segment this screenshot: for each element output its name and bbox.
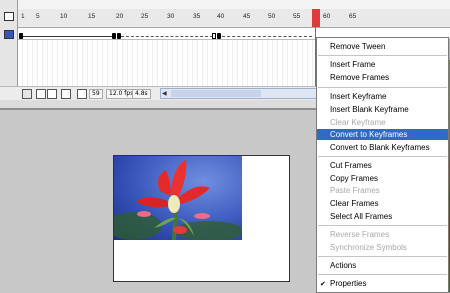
menu-item-convert-to-keyframes[interactable]: Convert to Keyframes bbox=[317, 129, 448, 140]
ruler-label: 25 bbox=[141, 13, 149, 20]
menu-item-insert-blank-keyframe[interactable]: Insert Blank Keyframe bbox=[317, 104, 448, 115]
menu-separator bbox=[318, 225, 447, 226]
menu-separator bbox=[318, 55, 447, 56]
menu-item-convert-to-blank-keyframes[interactable]: Convert to Blank Keyframes bbox=[317, 142, 448, 153]
menu-item-remove-tween[interactable]: Remove Tween bbox=[317, 41, 448, 52]
onion-skin-outlines-icon[interactable] bbox=[61, 89, 71, 99]
keyframe[interactable] bbox=[19, 33, 23, 39]
ruler-label: 15 bbox=[88, 13, 96, 20]
menu-item-copy-frames[interactable]: Copy Frames bbox=[317, 173, 448, 184]
menu-item-clear-frames[interactable]: Clear Frames bbox=[317, 198, 448, 209]
menu-item-reverse-frames: Reverse Frames bbox=[330, 230, 390, 239]
add-layer-icon[interactable] bbox=[22, 89, 32, 99]
frame-context-menu: Remove Tween Insert Frame Remove Frames … bbox=[316, 37, 449, 293]
menu-item-insert-keyframe[interactable]: Insert Keyframe bbox=[317, 91, 448, 102]
scroll-left-icon[interactable]: ◀ bbox=[162, 90, 167, 97]
menu-separator bbox=[318, 156, 447, 157]
ruler-label: 20 bbox=[116, 13, 124, 20]
ruler-label: 5 bbox=[36, 13, 40, 20]
menu-item-properties[interactable]: Properties bbox=[317, 278, 448, 289]
ruler-label: 65 bbox=[349, 13, 357, 20]
ruler-label: 60 bbox=[323, 13, 331, 20]
current-frame-field: 59 bbox=[89, 89, 103, 99]
menu-item-remove-frames[interactable]: Remove Frames bbox=[317, 72, 448, 83]
layer-type-icon[interactable] bbox=[4, 30, 14, 39]
menu-item-synchronize-symbols: Synchronize Symbols bbox=[330, 243, 407, 252]
ruler-label: 45 bbox=[243, 13, 251, 20]
motion-guide-icon[interactable] bbox=[36, 89, 46, 99]
timeline-scrollbar[interactable]: ◀ bbox=[160, 88, 322, 99]
menu-item-cut-frames[interactable]: Cut Frames bbox=[317, 160, 448, 171]
scrollbar-thumb[interactable] bbox=[171, 90, 261, 97]
show-all-layers-outline-icon[interactable] bbox=[4, 12, 14, 21]
ruler-label: 50 bbox=[268, 13, 276, 20]
keyframe-empty[interactable] bbox=[212, 33, 216, 39]
menu-item-select-all-frames[interactable]: Select All Frames bbox=[317, 211, 448, 222]
ruler-label: 1 bbox=[21, 13, 25, 20]
menu-item-properties-row[interactable]: ✔ Properties bbox=[317, 278, 448, 289]
menu-item-clear-keyframe: Clear Keyframe bbox=[330, 118, 386, 127]
motion-tween-span[interactable] bbox=[21, 36, 113, 37]
broken-tween-span[interactable] bbox=[222, 36, 312, 38]
elapsed-time-field: 4.8s bbox=[132, 89, 151, 99]
keyframe[interactable] bbox=[112, 33, 116, 39]
ruler-label: 40 bbox=[217, 13, 225, 20]
edit-markers-icon[interactable] bbox=[77, 89, 87, 99]
layer-column bbox=[0, 0, 18, 100]
menu-separator bbox=[318, 87, 447, 88]
flower-photo[interactable] bbox=[114, 156, 242, 240]
menu-item-paste-frames: Paste Frames bbox=[330, 186, 380, 195]
ruler-label: 55 bbox=[293, 13, 301, 20]
menu-separator bbox=[318, 256, 447, 257]
ruler-label: 35 bbox=[193, 13, 201, 20]
ruler-label: 10 bbox=[60, 13, 68, 20]
ruler-label: 30 bbox=[167, 13, 175, 20]
menu-item-insert-frame[interactable]: Insert Frame bbox=[317, 59, 448, 70]
playhead-handle[interactable] bbox=[312, 9, 320, 27]
menu-separator bbox=[318, 274, 447, 275]
keyframe[interactable] bbox=[217, 33, 221, 39]
onion-skin-icon[interactable] bbox=[47, 89, 57, 99]
frame-ruler[interactable]: 1 5 10 15 20 25 30 35 40 45 50 55 60 65 bbox=[0, 9, 450, 28]
panel-divider[interactable] bbox=[0, 100, 320, 110]
broken-tween-span[interactable] bbox=[121, 36, 213, 38]
menu-item-actions[interactable]: Actions bbox=[317, 260, 448, 271]
